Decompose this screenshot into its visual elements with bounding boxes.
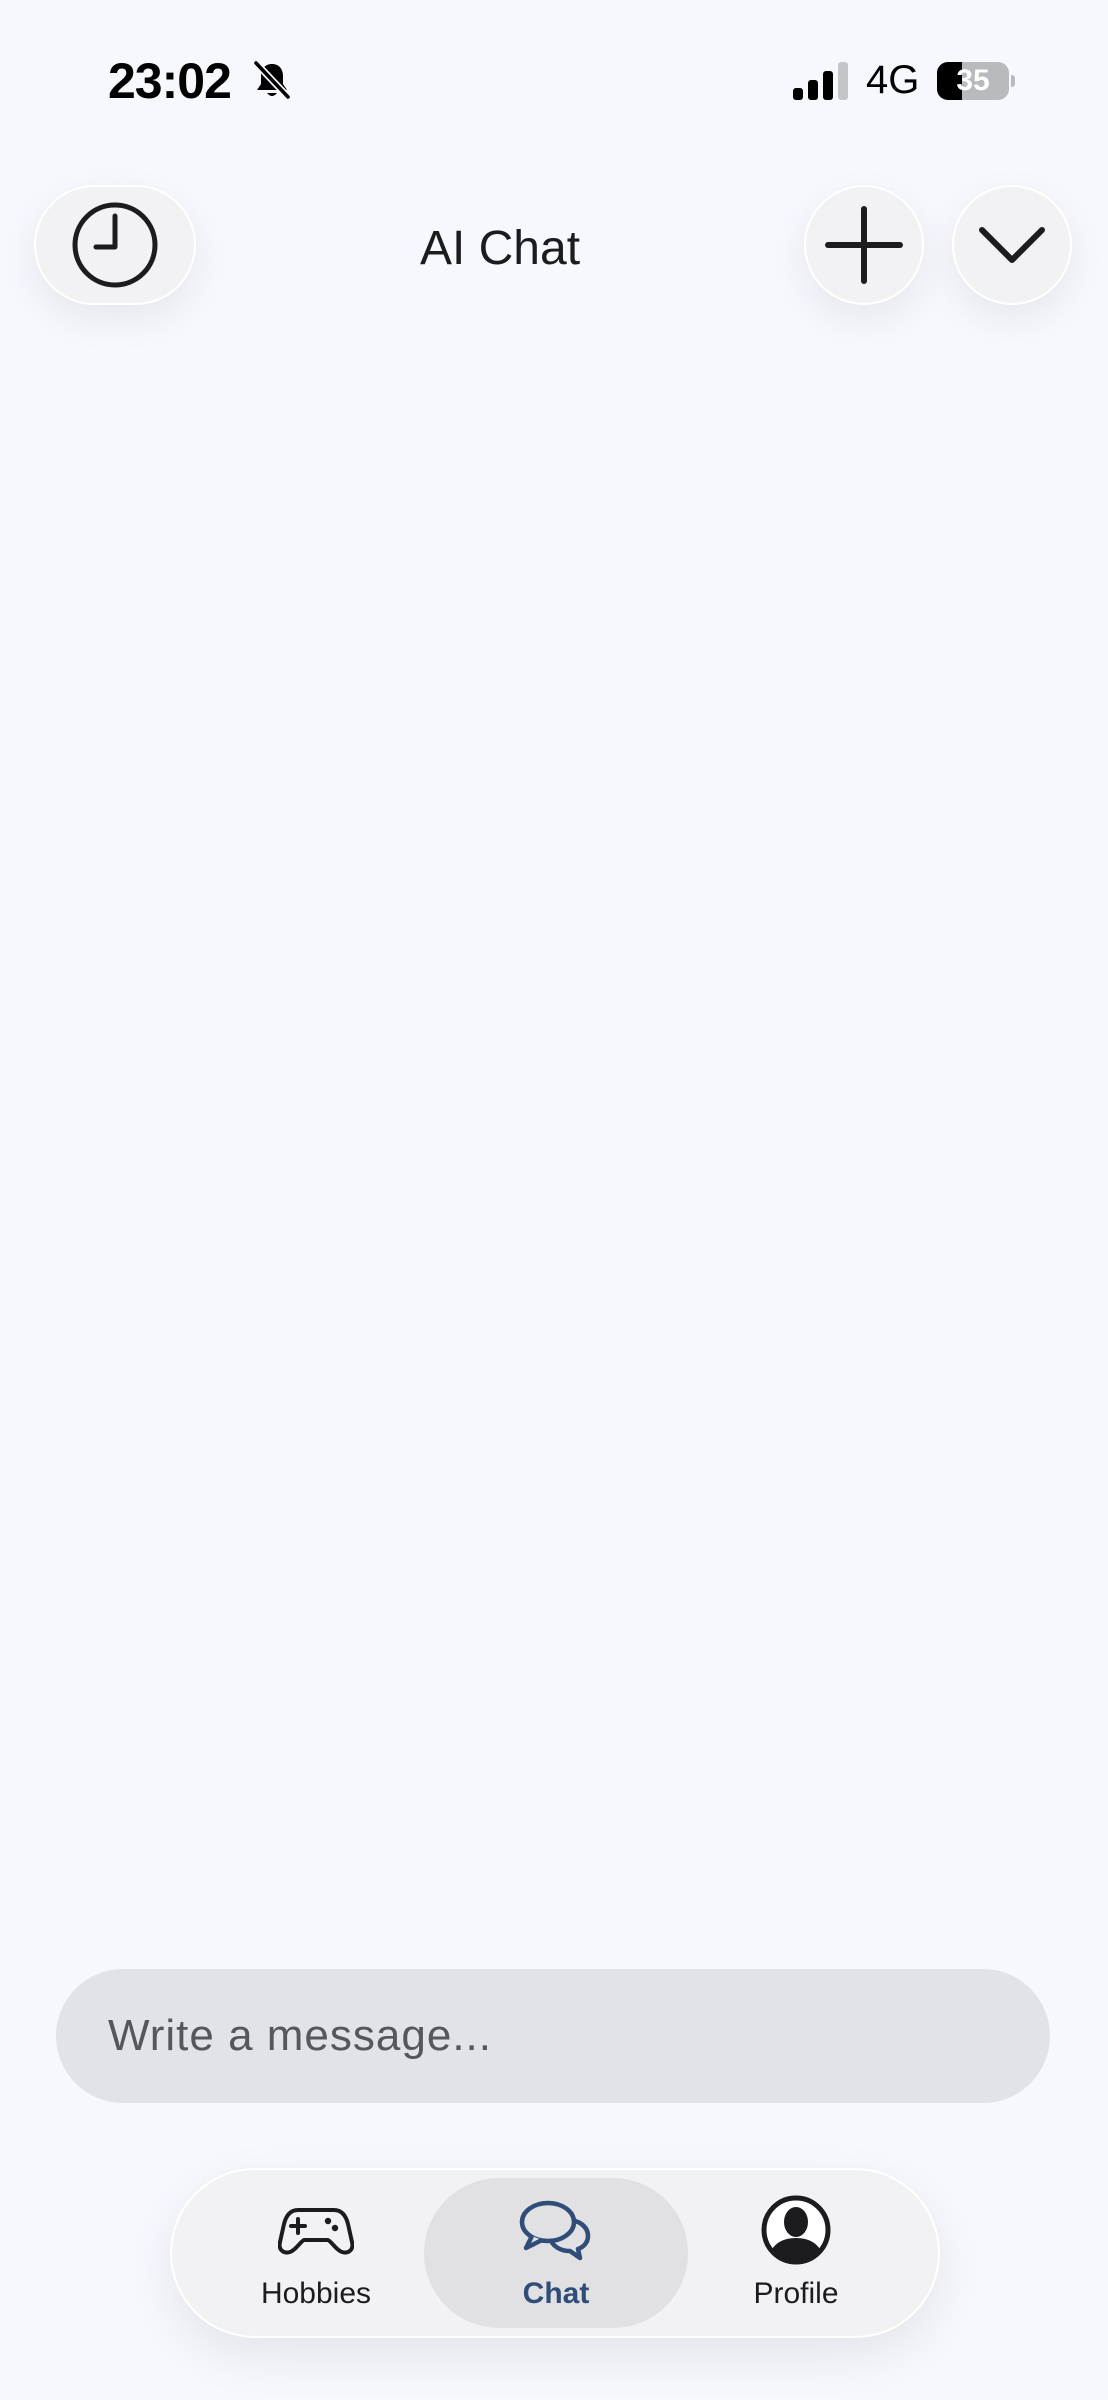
chat-bubbles-icon xyxy=(518,2195,594,2265)
user-silhouette-icon xyxy=(758,2195,834,2265)
tab-chat[interactable]: Chat xyxy=(424,2178,688,2328)
tab-hobbies[interactable]: Hobbies xyxy=(198,2178,434,2328)
network-type: 4G xyxy=(866,58,920,102)
gamepad-icon xyxy=(278,2195,354,2265)
tab-profile-label: Profile xyxy=(753,2277,839,2310)
plus-icon xyxy=(825,206,903,284)
signal-icon xyxy=(793,62,851,102)
bell-slash-icon xyxy=(250,58,294,102)
battery-icon: 35 xyxy=(937,62,1015,100)
menu-button[interactable] xyxy=(952,185,1072,305)
status-bar: 23:02 4G 35 xyxy=(0,0,1108,140)
chevron-down-icon xyxy=(979,227,1045,263)
bottom-tab-bar: Hobbies Chat Profile xyxy=(170,2168,940,2338)
status-time: 23:02 xyxy=(108,53,232,109)
tab-hobbies-label: Hobbies xyxy=(260,2277,372,2310)
tab-chat-label: Chat xyxy=(522,2277,590,2310)
tab-profile[interactable]: Profile xyxy=(678,2178,914,2328)
message-input[interactable] xyxy=(56,1969,1050,2103)
new-chat-button[interactable] xyxy=(804,185,924,305)
chat-messages-area xyxy=(0,330,1108,1950)
header: AI Chat xyxy=(0,175,1108,315)
battery-level-text: 35 xyxy=(956,64,990,97)
